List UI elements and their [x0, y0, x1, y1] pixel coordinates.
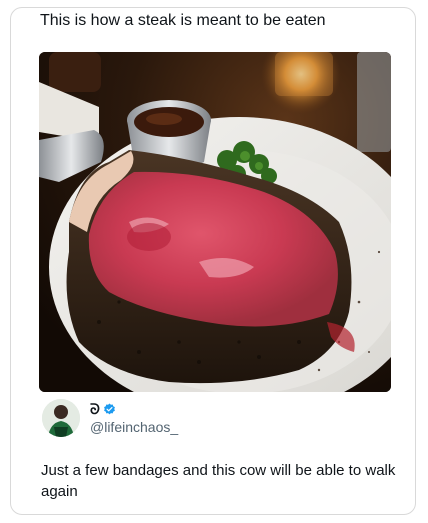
author-handle[interactable]: @lifeinchaos_	[90, 419, 178, 435]
verified-badge-icon	[103, 403, 115, 414]
steak-photo[interactable]	[39, 52, 391, 392]
avatar-illustration	[42, 399, 80, 437]
avatar[interactable]	[42, 399, 80, 437]
reply-text: Just a few bandages and this cow will be…	[41, 462, 396, 500]
post-caption: This is how a steak is meant to be eaten	[40, 12, 326, 29]
reply-author[interactable]: ᘐ	[90, 401, 116, 417]
post-card: This is how a steak is meant to be eaten	[10, 7, 416, 515]
author-name[interactable]: ᘐ	[90, 401, 100, 418]
steak-photo-illustration	[39, 52, 391, 392]
